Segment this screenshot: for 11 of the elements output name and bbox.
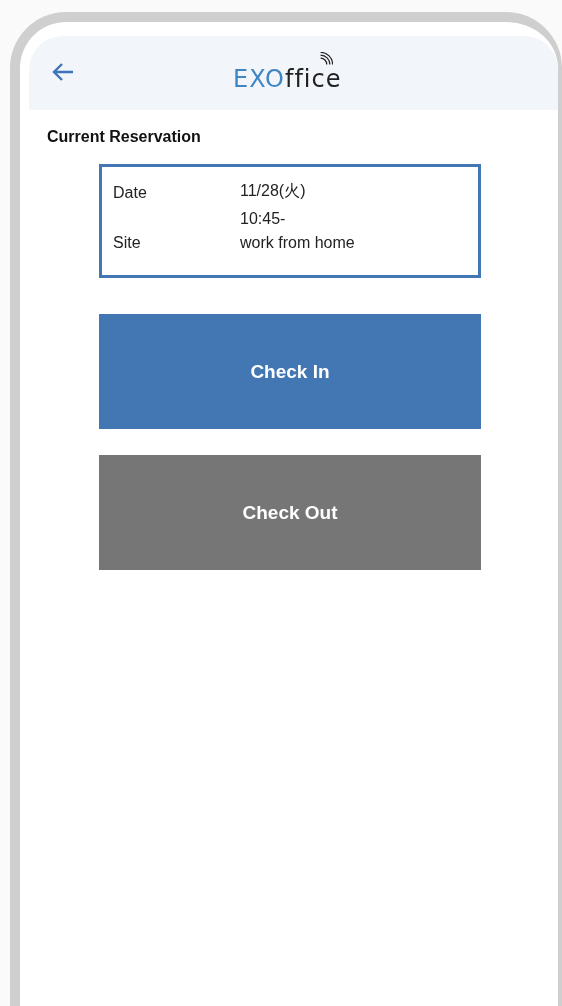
back-arrow-icon[interactable]	[51, 62, 75, 82]
field-value: work from home	[240, 234, 355, 252]
signal-waves-icon	[319, 52, 333, 66]
field-label: Site	[113, 234, 142, 252]
check-in-button[interactable]: Check In	[99, 314, 481, 429]
field-label: Date	[113, 183, 148, 203]
section-title: Current Reservation	[47, 128, 202, 146]
check-out-button[interactable]: Check Out	[99, 455, 481, 570]
app-logo: EXOffice	[233, 66, 342, 92]
field-value: 11/28(火)	[240, 181, 306, 201]
field-value: 10:45-	[240, 210, 287, 228]
